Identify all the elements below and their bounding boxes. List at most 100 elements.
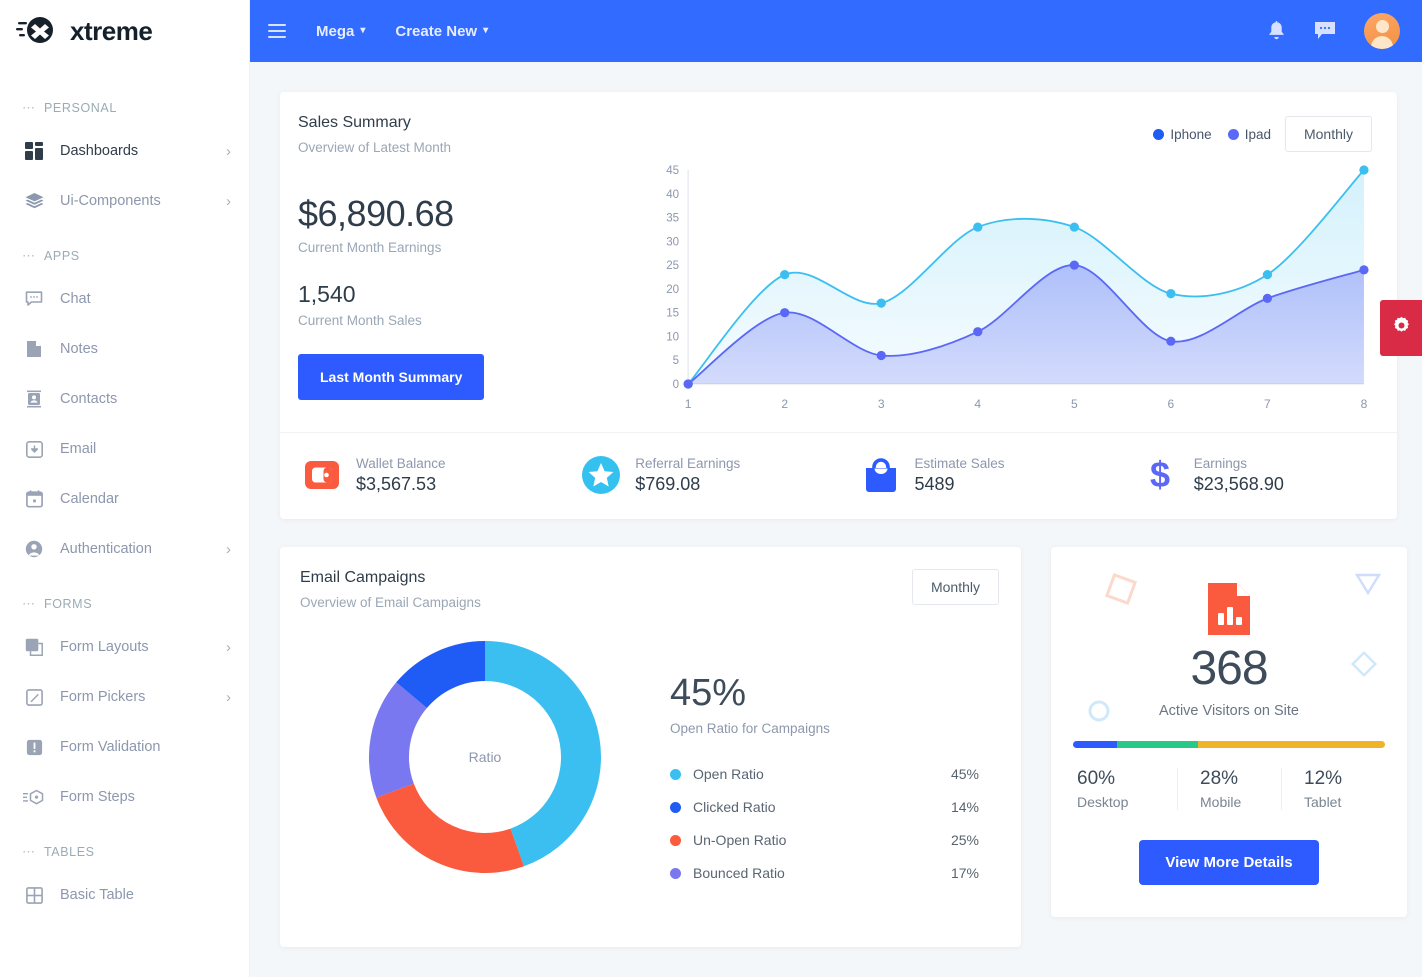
sidebar-item-label: Form Pickers (60, 689, 146, 705)
svg-text:0: 0 (673, 379, 679, 391)
table-icon (22, 884, 46, 906)
svg-text:5: 5 (673, 355, 679, 367)
report-chart-icon (1206, 581, 1252, 637)
row-2: Email Campaigns Overview of Email Campai… (280, 547, 1407, 947)
sidebar-item-ui-components[interactable]: Ui-Components › (0, 176, 249, 226)
svg-text:1: 1 (685, 397, 692, 411)
legend-dot-bounced-ratio (670, 867, 681, 879)
stat-value: $3,567.53 (356, 473, 437, 494)
topnav-mega[interactable]: Mega ▾ (316, 23, 365, 40)
list-item[interactable]: Open Ratio 45% (670, 758, 979, 791)
sidebar-item-form-layouts[interactable]: Form Layouts › (0, 622, 249, 672)
sidebar-item-dashboards[interactable]: Dashboards › (0, 126, 249, 176)
device-breakdown-stats: 60% Desktop 28% Mobile 12% Tablet (1073, 768, 1385, 810)
sidebar-item-calendar[interactable]: Calendar (0, 474, 249, 524)
user-circle-icon (22, 538, 46, 560)
svg-text:45: 45 (666, 165, 679, 177)
sidebar-item-email[interactable]: Email (0, 424, 249, 474)
legend-value: 25% (950, 832, 979, 848)
stat-value: 5489 (914, 473, 955, 494)
decoration-square-orange-icon (1104, 572, 1138, 606)
form-layout-icon (22, 636, 46, 658)
sidebar-caption-forms: ⋯ FORMS (22, 596, 93, 611)
list-item[interactable]: Bounced Ratio 17% (670, 857, 979, 890)
form-validation-icon (22, 736, 46, 758)
device-stat-tablet: 12% Tablet (1281, 768, 1385, 810)
brand[interactable]: xtreme (0, 0, 249, 62)
caption-dots-icon: ⋯ (22, 844, 36, 859)
sidebar-item-label: Basic Table (60, 887, 134, 903)
bell-icon[interactable] (1267, 20, 1286, 42)
stat-value: $23,568.90 (1193, 473, 1284, 494)
legend-value: 14% (950, 799, 979, 815)
legend-item-ipad[interactable]: Ipad (1227, 127, 1271, 142)
decoration-triangle-icon (1354, 573, 1382, 596)
sales-period-select[interactable]: Monthly (1284, 116, 1372, 152)
email-campaigns-card: Email Campaigns Overview of Email Campai… (280, 547, 1021, 947)
email-campaigns-title: Email Campaigns (300, 569, 426, 586)
view-more-details-button[interactable]: View More Details (1139, 840, 1319, 885)
shopping-bag-icon (861, 455, 901, 495)
svg-text:6: 6 (1168, 397, 1175, 411)
chat-bubble-icon[interactable] (1314, 21, 1336, 41)
device-pct: 60% (1077, 768, 1116, 789)
caption-dots-icon: ⋯ (22, 248, 36, 263)
settings-tab[interactable] (1380, 300, 1422, 356)
donut-chart: Ratio (360, 632, 610, 882)
sales-summary-left: Sales Summary Overview of Latest Month $… (298, 114, 658, 426)
sales-stats-row: Wallet Balance $3,567.53 Referral Earnin… (280, 432, 1397, 519)
sidebar-caption-tables: ⋯ TABLES (22, 844, 95, 859)
sidebar-item-basic-table[interactable]: Basic Table (0, 870, 249, 920)
main-area: Mega ▾ Create New ▾ Sales Summary Overvi… (250, 0, 1422, 977)
sidebar-item-contacts[interactable]: Contacts (0, 374, 249, 424)
legend-dot-clicked-ratio (670, 801, 681, 813)
stat-estimate-sales: Estimate Sales 5489 (839, 455, 1118, 495)
sidebar-item-label: Dashboards (60, 143, 139, 159)
email-campaigns-subtitle: Overview of Email Campaigns (300, 595, 481, 610)
avatar-body (1371, 36, 1393, 49)
sidebar-item-chat[interactable]: Chat (0, 274, 249, 324)
legend-dot-iphone (1153, 128, 1165, 140)
sales-summary-top: Sales Summary Overview of Latest Month $… (280, 92, 1397, 432)
caption-dots-icon: ⋯ (22, 596, 36, 611)
hamburger-icon[interactable] (268, 18, 294, 44)
sidebar-item-authentication[interactable]: Authentication › (0, 524, 249, 574)
star-icon (581, 455, 621, 495)
legend-item-iphone[interactable]: Iphone (1153, 127, 1212, 142)
legend-dot-open-ratio (670, 768, 681, 780)
list-item[interactable]: Clicked Ratio 14% (670, 791, 979, 824)
chevron-right-icon: › (226, 142, 231, 160)
list-item[interactable]: Un-Open Ratio 25% (670, 824, 979, 857)
sidebar-caption-apps: ⋯ APPS (22, 248, 80, 263)
sidebar-item-form-pickers[interactable]: Form Pickers › (0, 672, 249, 722)
legend-value: 45% (950, 766, 979, 782)
svg-text:5: 5 (1071, 397, 1078, 411)
sales-summary-subtitle: Overview of Latest Month (298, 140, 452, 155)
open-ratio-headline-value: 45% (670, 672, 747, 714)
topbar: Mega ▾ Create New ▾ (250, 0, 1422, 62)
sidebar-item-form-steps[interactable]: Form Steps (0, 772, 249, 822)
legend-dot-ipad (1227, 128, 1239, 140)
legend-label: Un-Open Ratio (693, 832, 787, 848)
svg-text:20: 20 (666, 284, 679, 296)
stat-label: Wallet Balance (356, 455, 446, 471)
svg-text:8: 8 (1361, 397, 1368, 411)
content: Sales Summary Overview of Latest Month $… (250, 62, 1422, 977)
sidebar-item-notes[interactable]: Notes (0, 324, 249, 374)
ratio-legend-list: Open Ratio 45% Clicked Ratio 14% Un-Open… (670, 758, 979, 890)
chart-legend: Iphone Ipad (1153, 127, 1271, 142)
email-campaigns-header: Email Campaigns Overview of Email Campai… (300, 569, 999, 610)
sidebar-item-form-validation[interactable]: Form Validation (0, 722, 249, 772)
sidebar-item-label: Calendar (60, 491, 119, 507)
svg-text:10: 10 (666, 331, 679, 343)
topnav-create-new[interactable]: Create New ▾ (395, 23, 488, 40)
current-month-sales-label: Current Month Sales (298, 313, 422, 328)
svg-text:35: 35 (666, 213, 679, 225)
last-month-summary-button[interactable]: Last Month Summary (298, 354, 485, 400)
device-pct: 12% (1304, 768, 1343, 789)
avatar[interactable] (1364, 13, 1400, 49)
brand-name: xtreme (70, 15, 153, 46)
email-period-select[interactable]: Monthly (911, 569, 999, 605)
sales-summary-card: Sales Summary Overview of Latest Month $… (280, 92, 1397, 519)
xtreme-logo-icon (16, 14, 60, 48)
